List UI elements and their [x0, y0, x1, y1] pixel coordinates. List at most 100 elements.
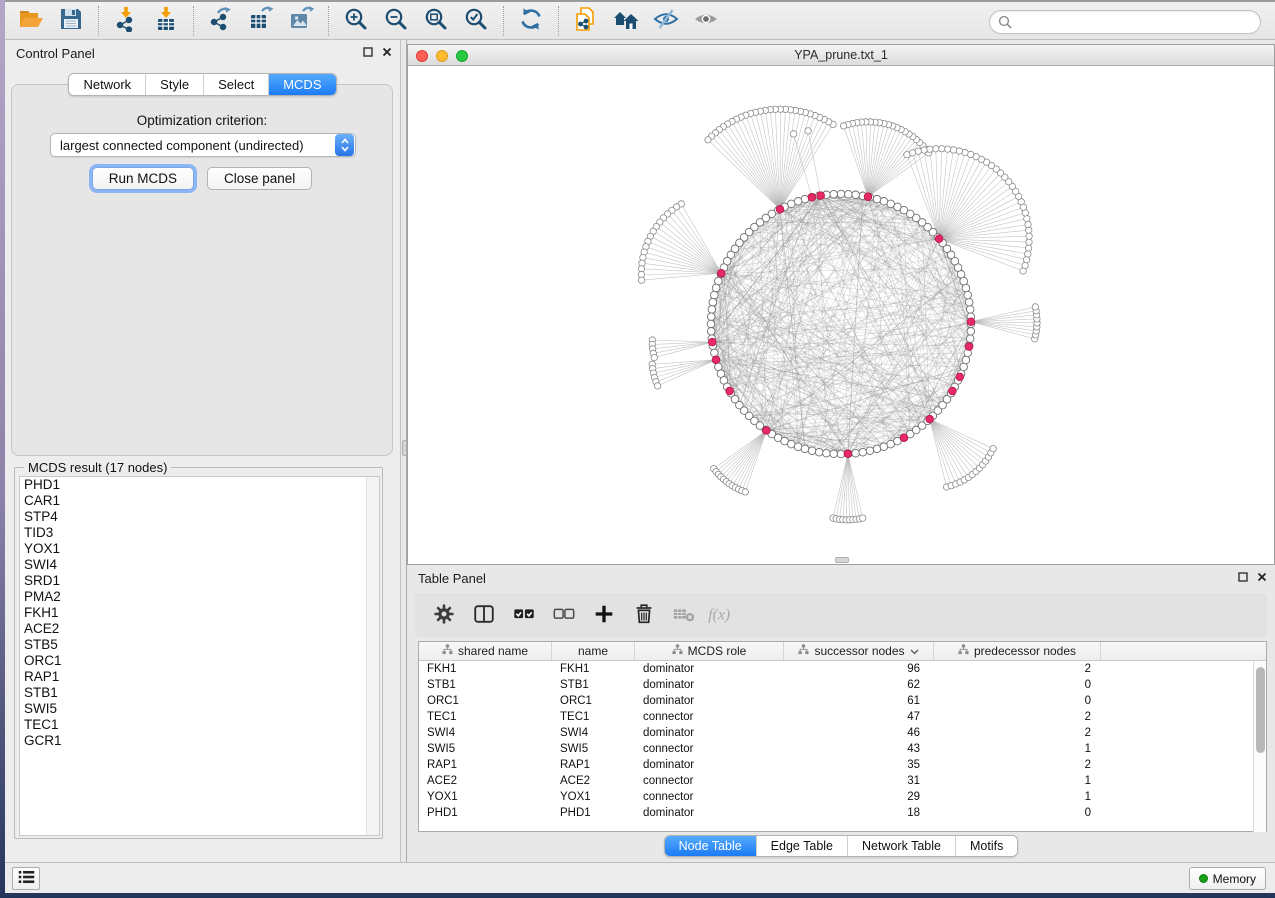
float-panel-icon[interactable]	[363, 47, 373, 57]
table-cell: FKH1	[419, 661, 552, 677]
zoom-selected-button[interactable]	[456, 4, 496, 38]
mcds-result-item[interactable]: ACE2	[20, 621, 379, 637]
table-cell: 29	[784, 789, 934, 805]
import-network-button[interactable]	[106, 4, 146, 38]
tab-motifs[interactable]: Motifs	[955, 836, 1017, 856]
network-canvas[interactable]	[408, 66, 1274, 564]
table-row[interactable]: ACE2ACE2connector311	[419, 773, 1266, 789]
export-network-button[interactable]	[201, 4, 241, 38]
import-table-button[interactable]	[146, 4, 186, 38]
duplicate-network-button[interactable]	[566, 4, 606, 38]
table-row[interactable]: YOX1YOX1connector291	[419, 789, 1266, 805]
column-header-successor-nodes[interactable]: successor nodes	[784, 642, 934, 660]
close-panel-icon[interactable]	[382, 47, 392, 57]
table-row[interactable]: TEC1TEC1connector472	[419, 709, 1266, 725]
tab-network[interactable]: Network	[69, 74, 145, 95]
table-row[interactable]: SWI5SWI5connector431	[419, 741, 1266, 757]
table-cell: YOX1	[419, 789, 552, 805]
column-header-predecessor-nodes[interactable]: predecessor nodes	[934, 642, 1101, 660]
refresh-button[interactable]	[511, 4, 551, 38]
close-panel-button[interactable]: Close panel	[207, 167, 312, 190]
table-settings-button[interactable]	[427, 598, 461, 632]
column-header-name[interactable]: name	[552, 642, 635, 660]
table-scrollbar[interactable]	[1253, 661, 1266, 832]
table-row[interactable]: FKH1FKH1dominator962	[419, 661, 1266, 677]
tab-node-table[interactable]: Node Table	[665, 836, 756, 856]
tab-mcds[interactable]: MCDS	[268, 74, 335, 95]
close-table-panel-icon[interactable]	[1257, 572, 1267, 582]
network-graph[interactable]	[408, 66, 1274, 564]
mcds-result-item[interactable]: TEC1	[20, 717, 379, 733]
table-splitter-grabber[interactable]	[835, 557, 849, 563]
table-row[interactable]: STB1STB1dominator620	[419, 677, 1266, 693]
column-type-icon	[442, 644, 453, 658]
column-label: shared name	[458, 644, 528, 658]
tab-network-table[interactable]: Network Table	[847, 836, 955, 856]
mcds-result-item[interactable]: STB1	[20, 685, 379, 701]
export-table-button[interactable]	[241, 4, 281, 38]
search-input[interactable]	[989, 10, 1261, 34]
criterion-select[interactable]: largest connected component (undirected)	[50, 133, 356, 157]
network-window-titlebar[interactable]: YPA_prune.txt_1	[408, 45, 1274, 66]
create-column-button[interactable]	[587, 598, 621, 632]
tab-style[interactable]: Style	[145, 74, 203, 95]
zoom-fit-button[interactable]	[416, 4, 456, 38]
table-cell: TEC1	[552, 709, 635, 725]
zoom-in-button[interactable]	[336, 4, 376, 38]
table-cell: 0	[934, 693, 1101, 709]
open-file-button[interactable]	[11, 4, 51, 38]
toolbar-separator	[328, 6, 329, 36]
tab-edge-table[interactable]: Edge Table	[756, 836, 847, 856]
table-tabs: Node TableEdge TableNetwork TableMotifs	[407, 835, 1275, 857]
task-history-button[interactable]	[12, 867, 40, 890]
control-panel-title: Control Panel	[16, 46, 95, 61]
network-overview-button[interactable]	[606, 4, 646, 38]
mcds-result-item[interactable]: SWI4	[20, 557, 379, 573]
mcds-result-item[interactable]: STB5	[20, 637, 379, 653]
table-row[interactable]: PHD1PHD1dominator180	[419, 805, 1266, 821]
deselect-all-columns-button[interactable]	[547, 598, 581, 632]
table-cell: 2	[934, 709, 1101, 725]
mcds-result-item[interactable]: FKH1	[20, 605, 379, 621]
mcds-result-item[interactable]: YOX1	[20, 541, 379, 557]
mcds-result-item[interactable]: TID3	[20, 525, 379, 541]
mcds-buttons-row: Run MCDS Close panel	[12, 167, 392, 190]
mcds-result-item[interactable]: CAR1	[20, 493, 379, 509]
plus-icon	[592, 602, 616, 629]
delete-columns-button[interactable]	[627, 598, 661, 632]
float-table-panel-icon[interactable]	[1238, 572, 1248, 582]
mcds-result-item[interactable]: RAP1	[20, 669, 379, 685]
save-session-button[interactable]	[51, 4, 91, 38]
table-cell: 31	[784, 773, 934, 789]
function-builder-button: f(x)	[707, 598, 741, 632]
run-mcds-button[interactable]: Run MCDS	[92, 167, 194, 190]
tab-select[interactable]: Select	[203, 74, 268, 95]
mcds-list-scrollbar[interactable]	[366, 477, 379, 835]
export-image-button[interactable]	[281, 4, 321, 38]
panel-splitter[interactable]	[400, 40, 407, 862]
zoom-out-button[interactable]	[376, 4, 416, 38]
table-scrollbar-thumb[interactable]	[1256, 667, 1265, 753]
table-row[interactable]: ORC1ORC1dominator610	[419, 693, 1266, 709]
mcds-result-item[interactable]: SRD1	[20, 573, 379, 589]
mcds-result-item[interactable]: ORC1	[20, 653, 379, 669]
mcds-result-list[interactable]: PHD1CAR1STP4TID3YOX1SWI4SRD1PMA2FKH1ACE2…	[19, 476, 380, 836]
hide-graphics-details-button[interactable]	[646, 4, 686, 38]
mcds-result-item[interactable]: GCR1	[20, 733, 379, 749]
table-row[interactable]: SWI4SWI4dominator462	[419, 725, 1266, 741]
chevron-down-icon[interactable]	[910, 644, 919, 658]
mcds-result-item[interactable]: PHD1	[20, 477, 379, 493]
table-cell: 96	[784, 661, 934, 677]
mcds-result-item[interactable]: SWI5	[20, 701, 379, 717]
table-row[interactable]: RAP1RAP1dominator352	[419, 757, 1266, 773]
table-mode-button[interactable]	[467, 598, 501, 632]
select-all-columns-button[interactable]	[507, 598, 541, 632]
satellite-nodes[interactable]	[638, 106, 1040, 523]
fan-edges[interactable]	[641, 109, 1037, 520]
memory-button[interactable]: Memory	[1189, 867, 1266, 890]
mcds-result-item[interactable]: STP4	[20, 509, 379, 525]
column-header-MCDS-role[interactable]: MCDS role	[635, 642, 784, 660]
control-panel: Control Panel NetworkStyleSelectMCDS Opt…	[5, 40, 400, 862]
mcds-result-item[interactable]: PMA2	[20, 589, 379, 605]
column-header-shared-name[interactable]: shared name	[419, 642, 552, 660]
